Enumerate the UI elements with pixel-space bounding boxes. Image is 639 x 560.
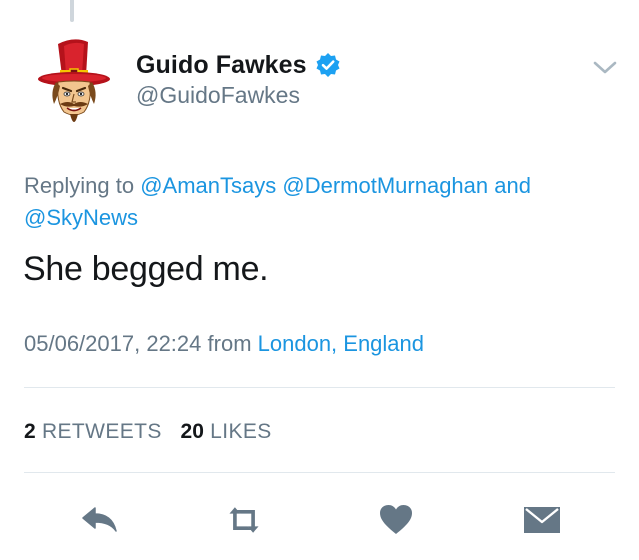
heart-icon (380, 505, 412, 534)
guido-fawkes-avatar-icon (38, 39, 110, 122)
retweets-stat[interactable]: 2 RETWEETS (24, 420, 168, 443)
tweet-stats: 2 RETWEETS 20 LIKES (24, 420, 272, 444)
retweet-icon (229, 507, 259, 533)
tweet-timestamp[interactable]: 05/06/2017, 22:24 (24, 331, 201, 356)
reply-icon (82, 507, 117, 532)
reply-context: Replying to @AmanTsays @DermotMurnaghan … (24, 170, 624, 234)
avatar[interactable] (36, 36, 112, 132)
tweet-author[interactable]: Guido Fawkes @GuidoFawkes (136, 48, 341, 109)
reply-conjunction[interactable]: and (494, 173, 531, 198)
tweet-meta: 05/06/2017, 22:24 from London, England (24, 331, 424, 357)
mention-link[interactable]: @SkyNews (24, 205, 138, 230)
divider (24, 472, 615, 473)
reply-button[interactable] (80, 502, 120, 538)
retweet-button[interactable] (224, 502, 264, 538)
tweet-text: She begged me. (23, 250, 269, 288)
display-name[interactable]: Guido Fawkes (136, 51, 307, 80)
tweet-location-link[interactable]: London, England (258, 331, 424, 356)
likes-count: 20 (180, 420, 204, 443)
likes-label: LIKES (210, 420, 272, 443)
retweets-label: RETWEETS (41, 420, 162, 443)
like-button[interactable] (376, 502, 416, 538)
retweets-count: 2 (24, 420, 36, 443)
direct-message-button[interactable] (522, 502, 562, 538)
verified-badge-icon (315, 52, 341, 78)
chevron-down-icon[interactable] (592, 58, 618, 78)
divider (24, 387, 615, 388)
from-label: from (207, 331, 252, 356)
reply-prefix: Replying to (24, 173, 135, 198)
mention-link[interactable]: @DermotMurnaghan (282, 173, 488, 198)
thread-connector-line (70, 0, 74, 22)
likes-stat[interactable]: 20 LIKES (181, 420, 272, 443)
envelope-icon (524, 507, 560, 533)
mention-link[interactable]: @AmanTsays (140, 173, 276, 198)
display-name-row: Guido Fawkes (136, 48, 341, 82)
author-handle[interactable]: @GuidoFawkes (136, 82, 341, 109)
